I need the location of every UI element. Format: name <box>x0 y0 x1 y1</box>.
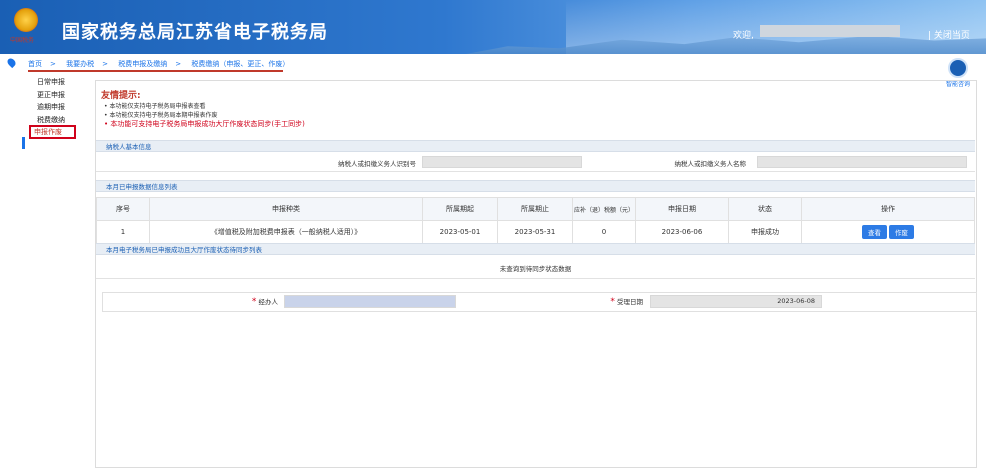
no-data-message: 未查询到待同步状态数据 <box>96 260 975 279</box>
breadcrumb: 首页 > 我要办税 > 税费申报及缴纳 > 税费缴纳（申报、更正、作废） <box>0 56 986 72</box>
breadcrumb-current[interactable]: 税费缴纳（申报、更正、作废） <box>191 60 289 68</box>
accept-date-field: 2023-06-08 <box>650 295 822 308</box>
location-pin-icon <box>5 56 18 69</box>
sidebar-active-marker <box>22 137 25 149</box>
emblem-caption: 中国税务 <box>10 37 35 44</box>
cell-start: 2023-05-01 <box>422 220 498 244</box>
section-basic-info: 纳税人基本信息 <box>96 140 975 152</box>
tips-title: 友情提示: <box>101 91 141 101</box>
accept-date-label: * 受理日期 <box>610 297 643 307</box>
welcome-text: 欢迎, <box>733 31 754 41</box>
tip-item: • 本功能仅支持电子税务局本期申报表作废 <box>104 112 218 119</box>
header-banner: 中国税务 国家税务总局江苏省电子税务局 欢迎, | 关闭当页 <box>0 0 986 54</box>
col-date: 申报日期 <box>635 197 729 221</box>
user-name-redacted <box>760 25 900 37</box>
tip-item: • 本功能仅支持电子税务局申报表查看 <box>104 103 206 110</box>
close-page-link[interactable]: | 关闭当页 <box>928 28 970 41</box>
void-button[interactable]: 作废 <box>889 225 914 239</box>
cell-type: 《增值税及附加税费申报表（一般纳税人适用）》 <box>149 220 423 244</box>
agent-form-row: * 经办人 * 受理日期 2023-06-08 <box>102 292 977 312</box>
col-type: 申报种类 <box>149 197 423 221</box>
col-amount: 应补（退）税额（元） <box>572 197 636 221</box>
cell-date: 2023-06-06 <box>635 220 729 244</box>
cell-actions: 查看 作废 <box>801 220 975 244</box>
agent-label: * 经办人 <box>251 297 278 307</box>
declared-table: 序号 申报种类 所属期起 所属期止 应补（退）税额（元） 申报日期 状态 操作 … <box>96 197 975 244</box>
tip-item: • 本功能可支持电子税务局申报成功大厅作废状态同步(手工同步) <box>104 120 305 128</box>
col-status: 状态 <box>728 197 802 221</box>
cell-status: 申报成功 <box>728 220 802 244</box>
sidebar-item-void[interactable]: 申报作废 <box>29 125 76 140</box>
site-title: 国家税务总局江苏省电子税务局 <box>62 22 328 42</box>
section-declared-list: 本月已申报数据信息列表 <box>96 180 975 192</box>
breadcrumb-sep: > <box>50 60 56 68</box>
breadcrumb-sep: > <box>175 60 182 68</box>
sidebar-item-correct[interactable]: 更正申报 <box>32 89 82 102</box>
cell-end: 2023-05-31 <box>497 220 573 244</box>
sidebar-item-overdue[interactable]: 逾期申报 <box>32 101 82 114</box>
tips-list: • 本功能仅支持电子税务局申报表查看 • 本功能仅支持电子税务局本期申报表作废 … <box>104 102 305 129</box>
breadcrumb-underline <box>28 70 283 72</box>
section-sync-list: 本月电子税务局已申报成功且大厅作废状态待同步列表 <box>96 243 975 255</box>
breadcrumb-tax[interactable]: 我要办税 <box>66 60 94 68</box>
taxpayer-info-row: 纳税人或扣缴义务人识别号 纳税人或扣缴义务人名称 <box>96 153 975 172</box>
sidebar-item-daily[interactable]: 日常申报 <box>32 76 82 89</box>
taxpayer-id-label: 纳税人或扣缴义务人识别号 <box>338 160 416 168</box>
cell-no: 1 <box>96 220 150 244</box>
cell-amount: 0 <box>572 220 636 244</box>
taxpayer-name-label: 纳税人或扣缴义务人名称 <box>674 160 747 168</box>
tax-emblem-icon <box>14 8 38 32</box>
taxpayer-name-field <box>757 156 967 168</box>
breadcrumb-declare[interactable]: 税费申报及缴纳 <box>118 60 167 68</box>
col-no: 序号 <box>96 197 150 221</box>
table-header-row: 序号 申报种类 所属期起 所属期止 应补（退）税额（元） 申报日期 状态 操作 <box>96 197 975 221</box>
customer-service-icon <box>948 58 968 78</box>
col-start: 所属期起 <box>422 197 498 221</box>
breadcrumb-home[interactable]: 首页 <box>28 60 42 68</box>
col-actions: 操作 <box>801 197 975 221</box>
table-row: 1 《增值税及附加税费申报表（一般纳税人适用）》 2023-05-01 2023… <box>96 220 975 244</box>
taxpayer-id-field <box>422 156 582 168</box>
sidebar: 日常申报 更正申报 逾期申报 税费缴纳 申报作废 <box>29 76 82 140</box>
col-end: 所属期止 <box>497 197 573 221</box>
breadcrumb-sep: > <box>102 60 108 68</box>
agent-input[interactable] <box>284 295 456 308</box>
view-button[interactable]: 查看 <box>862 225 887 239</box>
